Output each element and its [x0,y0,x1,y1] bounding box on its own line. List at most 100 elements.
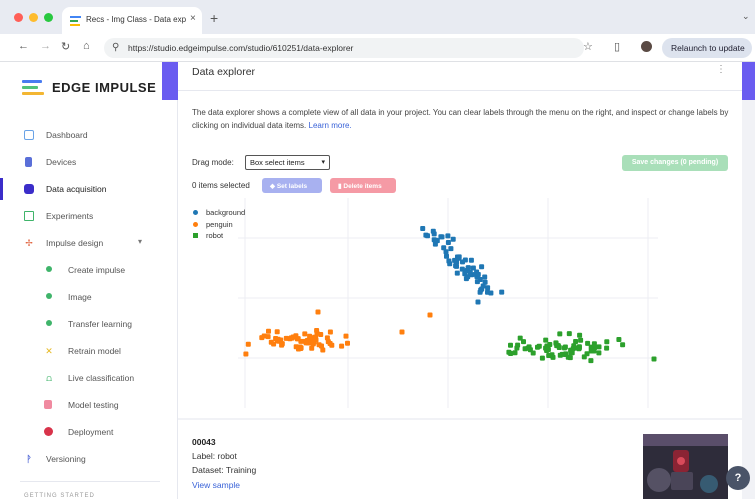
scatter-point-robot[interactable] [573,339,579,344]
scatter-point-penguin[interactable] [327,341,333,346]
scatter-point-background[interactable] [450,236,456,242]
scatter-point-robot[interactable] [517,335,523,341]
scatter-point-penguin[interactable] [315,309,321,315]
scatter-point-penguin[interactable] [266,328,271,334]
scatter-point-penguin[interactable] [295,336,301,342]
browser-tab[interactable]: Recs - Img Class - Data exp × [62,7,202,34]
scatter-point-robot[interactable] [592,345,597,351]
save-changes-button[interactable]: Save changes (0 pending) [622,155,728,171]
scatter-point-penguin[interactable] [309,345,315,351]
scatter-point-background[interactable] [439,234,445,240]
scatter-point-penguin[interactable] [303,340,309,346]
legend-item-penguin[interactable]: penguin [193,220,233,229]
scatter-point-background[interactable] [453,259,459,265]
scatter-point-robot[interactable] [508,342,513,348]
scatter-point-robot[interactable] [566,331,572,337]
scatter-point-background[interactable] [430,228,436,234]
sidebar-item-image[interactable]: Image [0,286,178,308]
sidebar-item-impulse-design[interactable]: ✢ Impulse design ▾ [0,232,178,254]
learn-more-link[interactable]: Learn more. [309,121,352,130]
scatter-point-background[interactable] [499,289,505,295]
forward-arrow-icon[interactable]: → [40,40,51,52]
scatter-point-penguin[interactable] [327,329,333,335]
scatter-point-background[interactable] [468,257,474,263]
scatter-point-background[interactable] [467,270,473,275]
scatter-point-robot[interactable] [596,344,602,350]
scatter-point-penguin[interactable] [343,333,349,339]
scatter-point-robot[interactable] [578,337,584,343]
scatter-point-penguin[interactable] [345,340,350,346]
help-button[interactable]: ? [726,466,750,490]
scatter-point-robot[interactable] [547,352,553,358]
scatter-point-background[interactable] [475,272,481,277]
scatter-point-background[interactable] [488,290,494,296]
scatter-point-penguin[interactable] [320,347,326,353]
sidebar-item-transfer-learning[interactable]: Transfer learning [0,313,178,335]
profile-avatar[interactable] [641,41,652,52]
scatter-point-background[interactable] [460,259,465,265]
scatter-point-background[interactable] [482,274,488,280]
sidebar-item-live-classification[interactable]: ⩍ Live classification [0,367,178,389]
scatter-point-background[interactable] [480,283,486,289]
scatter-point-robot[interactable] [620,342,626,348]
scatter-point-background[interactable] [425,233,430,239]
scatter-point-background[interactable] [454,270,460,276]
new-tab-button[interactable]: + [210,10,218,26]
legend-item-background[interactable]: background [193,208,245,217]
extensions-icon[interactable]: ▯ [614,40,620,53]
site-settings-icon[interactable]: ⚲ [112,42,119,53]
scatter-point-robot[interactable] [604,339,610,345]
sidebar-item-versioning[interactable]: ᚹ Versioning [0,448,178,470]
scatter-point-penguin[interactable] [245,341,251,347]
scatter-point-penguin[interactable] [273,336,279,341]
sidebar-item-model-testing[interactable]: Model testing [0,394,178,416]
scatter-point-background[interactable] [448,246,454,252]
tab-close-icon[interactable]: × [190,13,196,24]
scatter-point-robot[interactable] [555,343,561,348]
sidebar-item-retrain-model[interactable]: ✕ Retrain model [0,340,178,362]
bookmark-star-icon[interactable]: ☆ [583,40,593,53]
drag-mode-select[interactable]: Box select items ▾ [245,155,330,170]
set-labels-button[interactable]: ◆ Set labels [262,178,322,193]
scatter-point-penguin[interactable] [339,343,345,349]
scatter-point-penguin[interactable] [399,329,405,335]
scatter-point-robot[interactable] [576,346,582,352]
scatter-point-robot[interactable] [545,347,551,352]
back-arrow-icon[interactable]: ← [18,40,29,52]
scatter-point-robot[interactable] [604,345,610,351]
scatter-point-robot[interactable] [527,347,533,353]
scatter-point-penguin[interactable] [243,351,249,357]
close-window-button[interactable] [14,13,23,22]
scatter-point-penguin[interactable] [274,329,280,335]
scatter-point-robot[interactable] [536,343,542,349]
scatter-point-penguin[interactable] [271,341,277,347]
scatter-point-robot[interactable] [543,337,549,343]
scatter-point-penguin[interactable] [278,337,284,343]
reload-icon[interactable]: ↻ [61,40,70,53]
sidebar-item-deployment[interactable]: Deployment [0,421,178,443]
scatter-point-background[interactable] [444,253,449,259]
view-sample-link[interactable]: View sample [192,480,240,490]
scatter-point-background[interactable] [445,233,451,239]
scatter-point-robot[interactable] [522,346,528,352]
sidebar-item-create-impulse[interactable]: Create impulse [0,259,178,281]
scatter-point-penguin[interactable] [298,346,304,351]
scatter-point-penguin[interactable] [261,333,267,339]
scatter-point-penguin[interactable] [287,336,293,342]
scatter-point-background[interactable] [445,240,451,245]
scatter-point-robot[interactable] [651,356,657,362]
scatter-point-penguin[interactable] [302,331,308,337]
sidebar-item-data-acquisition[interactable]: Data acquisition [0,178,178,200]
scatter-point-background[interactable] [475,299,481,305]
scatter-point-background[interactable] [477,277,483,282]
scatter-point-robot[interactable] [569,350,575,356]
sidebar-item-dashboard[interactable]: Dashboard [0,124,178,146]
scatter-point-robot[interactable] [571,343,577,349]
scatter-point-robot[interactable] [562,345,567,351]
scatter-point-robot[interactable] [596,350,602,356]
scatter-point-background[interactable] [456,254,462,260]
scatter-point-robot[interactable] [508,351,514,356]
scatter-point-penguin[interactable] [427,312,433,318]
scatter-point-penguin[interactable] [316,342,322,348]
scatter-point-background[interactable] [479,264,485,270]
